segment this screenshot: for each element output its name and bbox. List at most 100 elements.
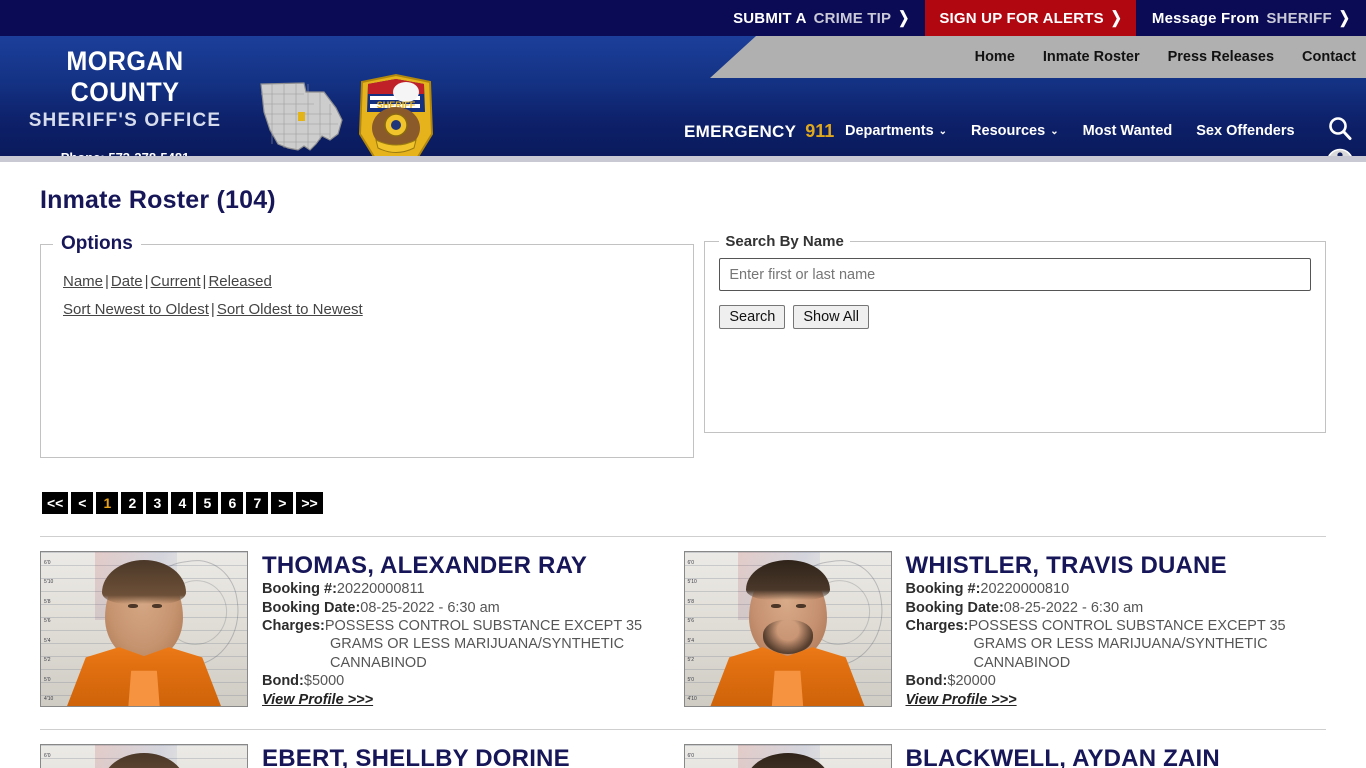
options-separator: | (105, 273, 109, 290)
booking-date-value: 08-25-2022 - 6:30 am (360, 599, 500, 616)
show-all-button[interactable]: Show All (793, 305, 869, 329)
message-from-sheriff-link[interactable]: Message From SHERIFF ❯ (1136, 0, 1366, 36)
height-tick: 5'2 (44, 657, 51, 664)
figure-eye (127, 604, 138, 609)
height-tick: 6'0 (687, 752, 695, 759)
nav-inmate-roster[interactable]: Inmate Roster (1043, 49, 1140, 65)
inmate-details: THOMAS, ALEXANDER RAY Booking #:20220000… (262, 551, 683, 709)
search-icon[interactable] (1325, 114, 1355, 144)
emergency-label: EMERGENCY (684, 121, 797, 141)
booking-number-label: Booking #: (905, 581, 981, 598)
submit-crime-tip-muted: CRIME TIP (813, 9, 892, 27)
filter-released-link[interactable]: Released (208, 273, 271, 290)
nav-most-wanted[interactable]: Most Wanted (1083, 123, 1173, 139)
masthead-divider (0, 156, 1366, 162)
page-1[interactable]: 1 (96, 492, 119, 514)
booking-number-label: Booking #: (262, 581, 337, 598)
mugshot-photo: 6'0 5'10 5'8 5'6 5'4 5'2 5'0 4'10 (683, 743, 892, 768)
page-2[interactable]: 2 (121, 492, 144, 514)
inmate-name[interactable]: EBERT, SHELLBY DORINE (262, 745, 570, 768)
page-5[interactable]: 5 (196, 492, 219, 514)
secondary-nav: Home Inmate Roster Press Releases Contac… (710, 36, 1366, 78)
inmate-name[interactable]: WHISTLER, TRAVIS DUANE (906, 553, 1327, 578)
site-masthead: MORGAN COUNTY SHERIFF'S OFFICE Phone: 57… (0, 36, 1366, 156)
chevron-right-icon: ❯ (898, 8, 910, 27)
page-prev[interactable]: < (71, 492, 94, 514)
options-legend: Options (61, 233, 133, 254)
page-6[interactable]: 6 (221, 492, 244, 514)
submit-crime-tip-link[interactable]: SUBMIT A CRIME TIP ❯ (717, 0, 925, 36)
booking-number-field: Booking #:20220000810 (906, 580, 1327, 598)
site-brand[interactable]: MORGAN COUNTY SHERIFF'S OFFICE Phone: 57… (0, 46, 250, 156)
inmate-card: 6'0 5'10 5'8 5'6 5'4 5'2 5'0 4'10 BLACKW… (683, 743, 1327, 768)
inmate-name[interactable]: THOMAS, ALEXANDER RAY (262, 553, 683, 578)
search-button[interactable]: Search (719, 305, 786, 329)
height-tick: 5'4 (687, 637, 695, 644)
inmate-details: EBERT, SHELLBY DORINE (262, 744, 570, 768)
charges-value: POSSESS CONTROL SUBSTANCE EXCEPT 35 GRAM… (968, 618, 1286, 671)
message-from-sheriff-strong: Message From (1151, 9, 1260, 27)
height-tick: 5'6 (687, 618, 695, 625)
page-4[interactable]: 4 (171, 492, 194, 514)
height-tick: 6'0 (687, 560, 695, 566)
options-row-filters: Name | Date | Current | Released (63, 269, 681, 295)
page-title: Inmate Roster (104) (40, 186, 276, 214)
message-from-sheriff-muted: SHERIFF (1266, 9, 1332, 27)
sort-newest-to-oldest-link[interactable]: Sort Newest to Oldest (63, 301, 209, 318)
primary-nav-links: Departments ⌄ Resources ⌄ Most Wanted Se… (845, 123, 1295, 139)
inmate-card: 6'0 5'10 5'8 5'6 5'4 5'2 5'0 4'10 WHISTL… (683, 551, 1327, 709)
emergency-callout: EMERGENCY 911 (684, 121, 834, 142)
chevron-right-icon: ❯ (1338, 8, 1350, 27)
sign-up-for-alerts-link[interactable]: SIGN UP FOR ALERTS ❯ (925, 0, 1136, 36)
booking-date-label: Booking Date: (905, 599, 1004, 616)
accessibility-icon[interactable] (1325, 147, 1355, 156)
top-utility-bar: SUBMIT A CRIME TIP ❯ SIGN UP FOR ALERTS … (0, 0, 1366, 36)
height-tick: 6'0 (44, 560, 51, 566)
nav-resources[interactable]: Resources ⌄ (971, 123, 1059, 139)
charges-field: Charges:POSSESS CONTROL SUBSTANCE EXCEPT… (906, 617, 1327, 672)
sort-oldest-to-newest-link[interactable]: Sort Oldest to Newest (217, 301, 363, 318)
view-profile-link[interactable]: View Profile >>> (262, 692, 373, 708)
nav-press-releases[interactable]: Press Releases (1168, 49, 1274, 65)
controls-row: Options Name | Date | Current | Released Sort … (40, 233, 1326, 458)
logo-group: Missouri SHERIFF MORGAN COUNTY (258, 73, 438, 156)
height-tick: 5'8 (44, 598, 51, 605)
inmate-card: 6'0 5'10 5'8 5'6 5'4 5'2 5'0 4'10 THOMAS… (40, 551, 683, 709)
filter-current-link[interactable]: Current (151, 273, 201, 290)
inmate-name[interactable]: BLACKWELL, AYDAN ZAIN (906, 745, 1220, 768)
search-legend: Search By Name (725, 233, 844, 250)
mugshot-photo: 6'0 5'10 5'8 5'6 5'4 5'2 5'0 4'10 (40, 551, 248, 707)
height-tick: 5'6 (44, 618, 51, 625)
booking-number-value: 20220000811 (336, 581, 425, 598)
page-last[interactable]: >> (296, 492, 323, 514)
page-7[interactable]: 7 (246, 492, 269, 514)
page-first[interactable]: << (42, 492, 69, 514)
booking-date-value: 08-25-2022 - 6:30 am (1003, 599, 1144, 616)
nav-sex-offenders[interactable]: Sex Offenders (1196, 123, 1294, 139)
height-tick: 5'2 (687, 657, 695, 664)
search-panel: Search By Name Search Show All (704, 233, 1326, 433)
height-tick: 5'4 (44, 637, 51, 644)
page-3[interactable]: 3 (146, 492, 169, 514)
view-profile-link[interactable]: View Profile >>> (906, 692, 1017, 708)
brand-line-office: SHERIFF'S OFFICE (28, 110, 222, 132)
chevron-down-icon: ⌄ (1050, 125, 1059, 137)
booking-date-field: Booking Date:08-25-2022 - 6:30 am (906, 599, 1327, 617)
sort-by-name-link[interactable]: Name (63, 273, 103, 290)
figure-beard (762, 619, 813, 654)
missouri-map-icon (260, 82, 343, 151)
sort-by-date-link[interactable]: Date (111, 273, 143, 290)
booking-number-field: Booking #:20220000811 (262, 580, 683, 598)
nav-departments[interactable]: Departments ⌄ (845, 123, 947, 139)
booking-number-value: 20220000810 (980, 581, 1070, 598)
search-input[interactable] (719, 258, 1311, 291)
nav-home[interactable]: Home (975, 49, 1015, 65)
emergency-number: 911 (805, 120, 835, 141)
nav-contact[interactable]: Contact (1302, 49, 1356, 65)
brand-line-county: MORGAN COUNTY (66, 46, 184, 108)
mugshot-photo: 6'0 5'10 5'8 5'6 5'4 5'2 5'0 4'10 (40, 743, 248, 768)
booking-date-field: Booking Date:08-25-2022 - 6:30 am (262, 599, 683, 617)
height-tick: 6'0 (44, 752, 51, 759)
bond-field: Bond:$5000 (262, 672, 683, 690)
page-next[interactable]: > (271, 492, 294, 514)
